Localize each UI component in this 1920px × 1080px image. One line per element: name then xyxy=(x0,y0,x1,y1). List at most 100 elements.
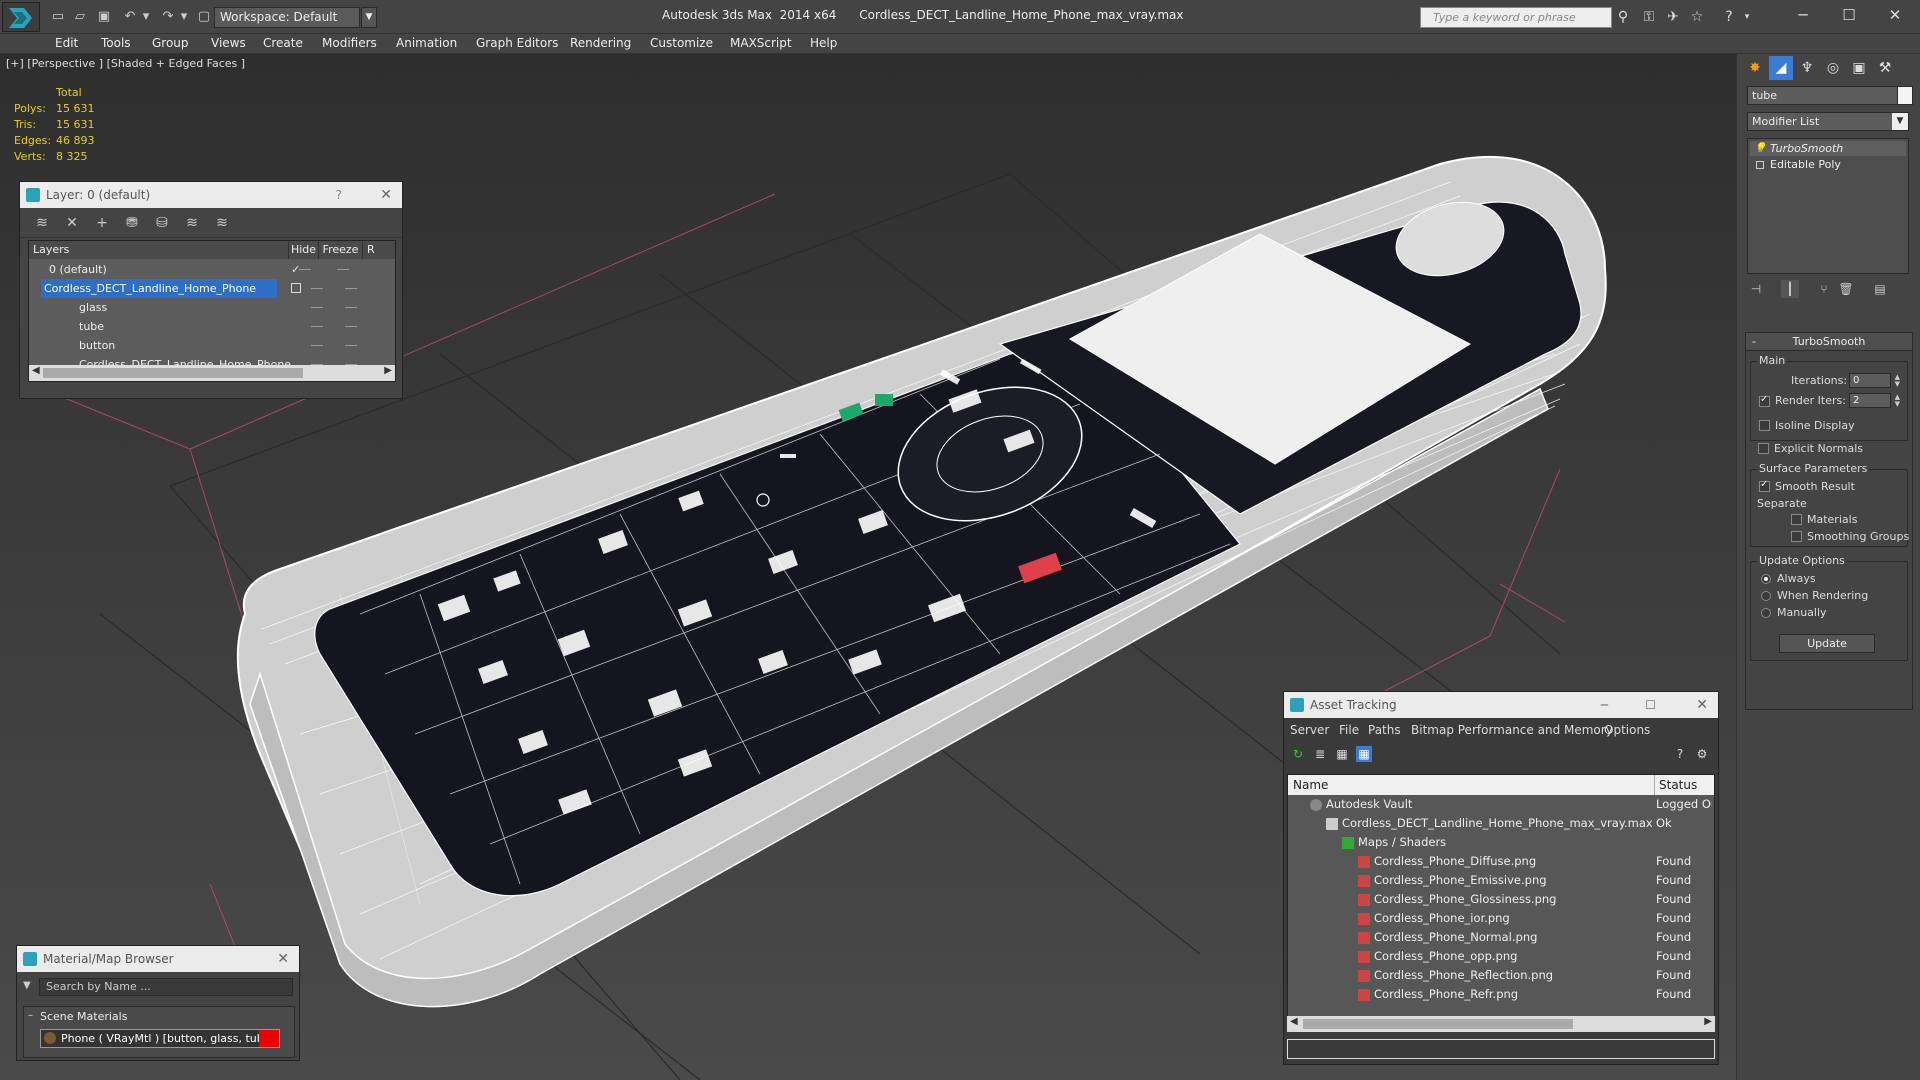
column-status[interactable]: Status xyxy=(1654,775,1697,795)
asset-tracking-titlebar[interactable]: Asset Tracking ─ ☐ ✕ xyxy=(1284,692,1718,718)
asset-row[interactable]: Maps / Shaders xyxy=(1288,833,1714,852)
freeze-toggle[interactable] xyxy=(345,288,357,289)
redo-icon[interactable]: ↷ xyxy=(160,9,176,25)
make-unique-icon[interactable]: ⑂ xyxy=(1815,280,1833,298)
minimize-icon[interactable]: ─ xyxy=(1601,692,1608,718)
hide-toggle[interactable] xyxy=(311,326,323,327)
asset-row[interactable]: Cordless_Phone_Reflection.png Found xyxy=(1288,966,1714,985)
configure-sets-icon[interactable]: ▤ xyxy=(1871,280,1889,298)
column-render[interactable]: R xyxy=(363,241,395,259)
menu-customize[interactable]: Customize xyxy=(650,36,713,50)
close-icon[interactable]: ✕ xyxy=(1696,692,1708,718)
scroll-right-icon[interactable]: ▶ xyxy=(1704,1016,1712,1027)
scroll-left-icon[interactable]: ◀ xyxy=(32,365,40,376)
menu-graph-editors[interactable]: Graph Editors xyxy=(476,36,558,50)
undo-dropdown-icon[interactable]: ▾ xyxy=(138,9,154,25)
menu-group[interactable]: Group xyxy=(152,36,189,50)
options-dropdown-icon[interactable]: ▼ xyxy=(23,980,31,991)
layer-row[interactable]: 0 (default) ✓ xyxy=(29,260,395,279)
chevron-down-icon[interactable]: ▼ xyxy=(1892,113,1908,130)
menu-create[interactable]: Create xyxy=(263,36,303,50)
hide-toggle[interactable] xyxy=(299,269,311,270)
app-menu-button[interactable] xyxy=(2,2,40,32)
object-color-swatch[interactable] xyxy=(1897,86,1913,105)
update-always-radio[interactable] xyxy=(1761,574,1771,584)
asset-status-field[interactable] xyxy=(1287,1039,1715,1059)
update-manually-radio[interactable] xyxy=(1761,608,1771,618)
favorites-star-icon[interactable]: ☆ xyxy=(1688,9,1706,26)
expand-icon[interactable] xyxy=(1756,161,1764,169)
layer-row[interactable]: button xyxy=(29,336,395,355)
collapse-icon[interactable]: - xyxy=(1752,333,1756,351)
update-button[interactable]: Update xyxy=(1779,634,1875,653)
pin-stack-icon[interactable]: ⊣ xyxy=(1747,280,1765,298)
menu-edit[interactable]: Edit xyxy=(55,36,78,50)
help-icon[interactable]: ? xyxy=(1720,9,1738,26)
menu-options[interactable]: Options xyxy=(1604,723,1650,737)
isoline-display-checkbox[interactable] xyxy=(1759,420,1770,431)
menu-modifiers[interactable]: Modifiers xyxy=(322,36,377,50)
object-name-field[interactable]: tube xyxy=(1747,86,1905,105)
close-icon[interactable]: ✕ xyxy=(277,946,289,972)
menu-views[interactable]: Views xyxy=(211,36,246,50)
modifier-editable-poly[interactable]: Editable Poly xyxy=(1750,157,1906,172)
freeze-all-layers-icon[interactable]: ≋ xyxy=(214,215,230,231)
undo-icon[interactable]: ↶ xyxy=(122,9,138,25)
asset-row[interactable]: Cordless_Phone_Refr.png Found xyxy=(1288,985,1714,1004)
render-iters-checkbox[interactable] xyxy=(1759,394,1770,407)
menu-tools[interactable]: Tools xyxy=(101,36,131,50)
column-hide[interactable]: Hide xyxy=(289,241,319,259)
remove-modifier-icon[interactable]: 🗑 xyxy=(1837,280,1855,298)
subscription-key-icon[interactable]: ⚿ xyxy=(1640,9,1658,26)
layer-dialog-titlebar[interactable]: Layer: 0 (default) ? ✕ xyxy=(20,182,402,208)
maximize-icon[interactable]: ☐ xyxy=(1826,4,1872,26)
create-tab-icon[interactable]: ✸ xyxy=(1743,56,1767,80)
communication-center-icon[interactable]: ✈ xyxy=(1664,9,1682,26)
vault-settings-icon[interactable]: ⚙ xyxy=(1694,746,1710,762)
scroll-right-icon[interactable]: ▶ xyxy=(384,365,392,376)
modifier-turbosmooth[interactable]: 💡 TurboSmooth xyxy=(1750,141,1906,156)
freeze-toggle[interactable] xyxy=(345,326,357,327)
menu-bitmap-performance[interactable]: Bitmap Performance and Memory xyxy=(1411,723,1613,737)
iterations-spinner[interactable]: 0 ▲ ▼ xyxy=(1849,373,1900,388)
table-view-icon[interactable]: ▦ xyxy=(1356,746,1372,762)
spinner-arrows-icon[interactable]: ▲ ▼ xyxy=(1895,374,1900,388)
material-browser-titlebar[interactable]: Material/Map Browser ✕ xyxy=(17,946,299,972)
material-item[interactable]: Phone ( VRayMtl ) [button, glass, tube] xyxy=(40,1029,280,1048)
highlight-selected-icon[interactable]: ⛁ xyxy=(154,215,170,231)
asset-row[interactable]: Cordless_Phone_Glossiness.png Found xyxy=(1288,890,1714,909)
menu-animation[interactable]: Animation xyxy=(396,36,457,50)
separate-smoothing-groups-checkbox[interactable] xyxy=(1791,531,1802,542)
lightbulb-icon[interactable]: 💡 xyxy=(1754,141,1766,156)
create-layer-icon[interactable]: ≋ xyxy=(34,215,50,231)
modifier-list-dropdown[interactable]: Modifier List ▼ xyxy=(1747,112,1909,131)
column-name[interactable]: Name xyxy=(1293,775,1328,795)
project-folder-icon[interactable]: ▢ xyxy=(196,9,212,25)
horizontal-scrollbar[interactable]: ◀ ▶ xyxy=(1287,1016,1715,1032)
scroll-left-icon[interactable]: ◀ xyxy=(1290,1016,1298,1027)
hide-toggle[interactable] xyxy=(311,307,323,308)
menu-file[interactable]: File xyxy=(1339,723,1359,737)
new-file-icon[interactable]: ▭ xyxy=(50,9,66,25)
utilities-tab-icon[interactable]: ⚒ xyxy=(1873,56,1897,80)
modify-tab-icon[interactable]: ◢ xyxy=(1769,56,1793,80)
binoculars-icon[interactable]: ⚲ xyxy=(1614,9,1632,26)
maximize-icon[interactable]: ☐ xyxy=(1645,692,1656,718)
help-icon[interactable]: ? xyxy=(336,182,342,208)
asset-row[interactable]: Cordless_Phone_Emissive.png Found xyxy=(1288,871,1714,890)
viewport-label[interactable]: [+] [Perspective ] [Shaded + Edged Faces… xyxy=(6,57,245,70)
separate-materials-checkbox[interactable] xyxy=(1791,514,1802,525)
help-icon[interactable]: ? xyxy=(1672,746,1688,762)
active-layer-checkbox[interactable] xyxy=(291,283,301,293)
refresh-icon[interactable]: ↻ xyxy=(1290,746,1306,762)
motion-tab-icon[interactable]: ◎ xyxy=(1821,56,1845,80)
close-icon[interactable]: ✕ xyxy=(1872,4,1918,26)
hide-toggle[interactable] xyxy=(311,345,323,346)
close-icon[interactable]: ✕ xyxy=(380,182,392,208)
spinner-arrows-icon[interactable]: ▲ ▼ xyxy=(1895,394,1900,408)
horizontal-scrollbar[interactable]: ◀ ▶ xyxy=(29,365,395,381)
menu-paths[interactable]: Paths xyxy=(1368,723,1401,737)
layer-row[interactable]: Cordless_DECT_Landline_Home_Phone xyxy=(29,279,395,298)
help-dropdown-icon[interactable]: ▾ xyxy=(1738,9,1756,26)
list-view-icon[interactable]: ≣ xyxy=(1312,746,1328,762)
